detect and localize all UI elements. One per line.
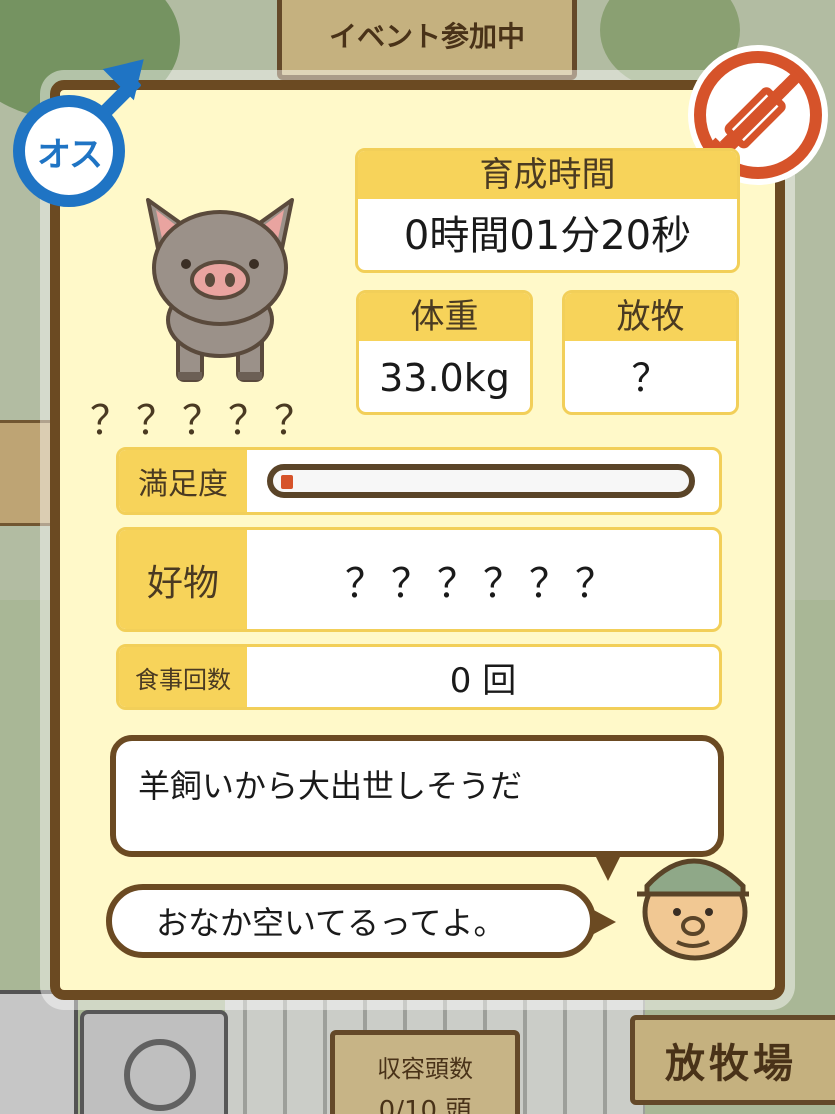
male-symbol-icon: オス xyxy=(13,95,125,207)
weight-box: 体重 33.0kg xyxy=(356,290,533,415)
satisfaction-label: 満足度 xyxy=(119,450,247,512)
male-arrow-head-icon xyxy=(102,43,160,101)
pig-icon xyxy=(146,198,294,382)
comment-bubble: 羊飼いから大出世しそうだ xyxy=(110,735,724,881)
favorite-food-row: 好物 ？？？？？？ xyxy=(116,527,722,632)
weight-label: 体重 xyxy=(359,293,530,341)
favorite-food-value: ？？？？？？ xyxy=(345,560,621,607)
pig-name: ？？？？？ xyxy=(90,398,320,444)
pig-illustration xyxy=(120,180,320,400)
grazing-label: 放牧 xyxy=(565,293,736,341)
gender-label: オス xyxy=(37,134,103,175)
meal-count-value: 0 回 xyxy=(449,660,517,701)
grazing-value: ？ xyxy=(631,356,670,400)
satisfaction-content xyxy=(247,450,719,512)
comment-bubble-tail xyxy=(594,853,622,881)
favorite-food-label: 好物 xyxy=(119,530,247,629)
raising-time-box: 育成時間 0時間01分20秒 xyxy=(355,148,740,273)
meal-count-row: 食事回数 0 回 xyxy=(116,644,722,710)
comment-text: 羊飼いから大出世しそうだ xyxy=(138,767,523,805)
satisfaction-bar xyxy=(267,464,695,498)
hunger-text: おなか空いてるってよ。 xyxy=(156,904,506,942)
raising-time-value: 0時間01分20秒 xyxy=(403,213,692,259)
meal-count-label: 食事回数 xyxy=(119,647,247,707)
hunger-bubble-tail xyxy=(590,908,616,936)
hunger-bubble: おなか空いてるってよ。 xyxy=(106,884,616,958)
satisfaction-fill xyxy=(281,475,293,489)
satisfaction-row: 満足度 xyxy=(116,447,722,515)
raising-time-label: 育成時間 xyxy=(358,151,737,199)
farmer-avatar xyxy=(633,842,755,962)
weight-value: 33.0kg xyxy=(379,356,510,400)
farmer-face-icon xyxy=(637,858,749,961)
grazing-box: 放牧 ？ xyxy=(562,290,739,415)
male-badge: オス xyxy=(5,40,160,207)
